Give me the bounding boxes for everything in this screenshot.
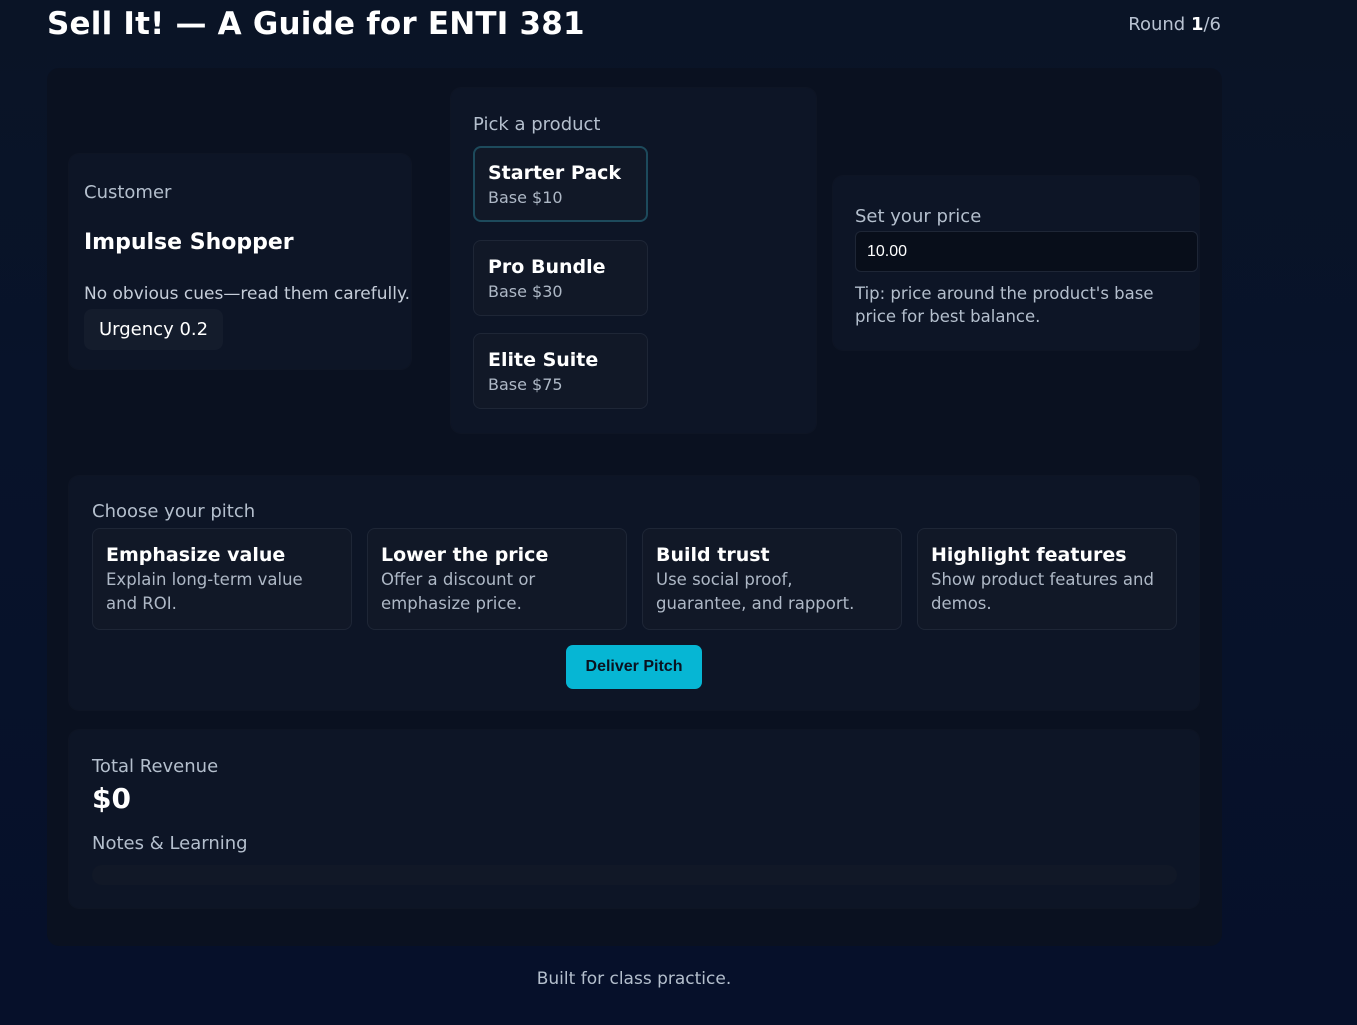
- product-label: Pick a product: [473, 114, 601, 135]
- app-title: Sell It! — A Guide for ENTI 381: [47, 6, 585, 42]
- price-input[interactable]: [855, 231, 1198, 272]
- urgency-badge: Urgency 0.2: [84, 309, 224, 350]
- pitch-highlight-features[interactable]: Highlight features Show product features…: [917, 528, 1177, 630]
- customer-description: No obvious cues—read them carefully.: [84, 284, 411, 304]
- pitch-description: Show product features and demos.: [931, 570, 1154, 613]
- product-name: Elite Suite: [488, 349, 599, 371]
- round-label: Round: [1128, 14, 1186, 35]
- product-card: Pick a product Starter Pack Base $10 Pro…: [451, 88, 816, 433]
- pitch-emphasize-value[interactable]: Emphasize value Explain long-term value …: [92, 528, 352, 630]
- game-panel: Customer Impulse Shopper No obvious cues…: [47, 68, 1222, 946]
- footer-text: Built for class practice.: [536, 969, 732, 989]
- revenue-value: $0: [92, 782, 131, 815]
- pitch-lower-price[interactable]: Lower the price Offer a discount or emph…: [367, 528, 627, 630]
- pitch-description: Explain long-term value and ROI.: [106, 570, 303, 613]
- pitch-name: Highlight features: [931, 544, 1127, 566]
- revenue-card: Total Revenue $0 Notes & Learning: [69, 730, 1199, 908]
- round-total: /6: [1203, 14, 1221, 35]
- pitch-label: Choose your pitch: [92, 501, 256, 522]
- pitch-name: Build trust: [656, 544, 770, 566]
- round-indicator: Round 1/6: [1128, 14, 1221, 35]
- pitch-name: Lower the price: [381, 544, 549, 566]
- deliver-pitch-button[interactable]: Deliver Pitch: [566, 645, 702, 689]
- price-card: Set your price Tip: price around the pro…: [833, 176, 1199, 350]
- product-pro-bundle[interactable]: Pro Bundle Base $30: [473, 240, 648, 316]
- customer-name: Impulse Shopper: [84, 230, 294, 255]
- round-current: 1: [1190, 14, 1204, 35]
- product-name: Pro Bundle: [488, 256, 606, 278]
- notes-label: Notes & Learning: [92, 833, 248, 854]
- revenue-label: Total Revenue: [92, 756, 219, 777]
- pitch-description: Offer a discount or emphasize price.: [381, 570, 536, 613]
- product-base-price: Base $30: [488, 282, 563, 301]
- product-starter-pack[interactable]: Starter Pack Base $10: [473, 146, 648, 222]
- notes-area: [92, 865, 1177, 885]
- price-label: Set your price: [855, 206, 982, 227]
- product-name: Starter Pack: [488, 162, 622, 184]
- pitch-card: Choose your pitch Emphasize value Explai…: [69, 476, 1199, 710]
- pitch-build-trust[interactable]: Build trust Use social proof, guarantee,…: [642, 528, 902, 630]
- page: Sell It! — A Guide for ENTI 381 Round 1/…: [0, 0, 1357, 1025]
- customer-label: Customer: [84, 182, 172, 203]
- pitch-name: Emphasize value: [106, 544, 286, 566]
- product-base-price: Base $10: [488, 188, 563, 207]
- pitch-description: Use social proof, guarantee, and rapport…: [656, 570, 855, 613]
- price-tip: Tip: price around the product's base pri…: [855, 284, 1154, 326]
- product-elite-suite[interactable]: Elite Suite Base $75: [473, 333, 648, 409]
- customer-card: Customer Impulse Shopper No obvious cues…: [69, 154, 411, 369]
- product-base-price: Base $75: [488, 375, 563, 394]
